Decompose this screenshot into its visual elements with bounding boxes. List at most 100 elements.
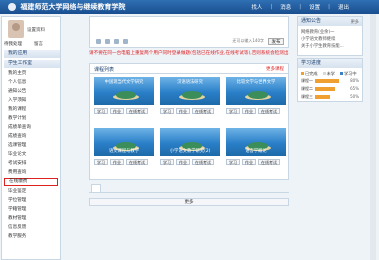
legend-swatch (339, 72, 343, 75)
course-title: 汉语语法研究 (177, 80, 203, 85)
homework-button[interactable]: 作业 (110, 159, 124, 165)
sidebar-item-degree[interactable]: 学位管理 (8, 197, 26, 203)
sidebar-item-my-courses[interactable]: 我的课程 (8, 106, 26, 112)
online-exam-button[interactable]: 在线考试 (192, 159, 214, 165)
progress-fill (315, 95, 330, 99)
course-title: 语言学概论 (245, 149, 267, 154)
online-exam-button[interactable]: 在线考试 (192, 108, 214, 114)
course-list-title: 课程列表 (94, 67, 115, 73)
course-card[interactable]: 汉语语法研究 学习 作业 在线考试 (160, 77, 220, 120)
sidebar-item-notices[interactable]: 通知公告 (8, 88, 26, 94)
emoji-icon[interactable] (96, 39, 101, 44)
legend-label: 学习中 (343, 71, 357, 76)
online-exam-button[interactable]: 在线考试 (258, 108, 280, 114)
sidebar-item-status[interactable]: 学籍管理 (8, 206, 26, 212)
sidebar-item-fees[interactable]: 费用查询 (8, 169, 26, 175)
video-icon[interactable] (114, 39, 119, 44)
nav-messages[interactable]: 消息 (280, 3, 291, 11)
feed-tabs (89, 184, 289, 193)
announcement-item[interactable]: 小学语文教师继续 (301, 36, 335, 42)
page-scrollbar[interactable] (370, 14, 376, 260)
course-title: 小学语文教学研究(2) (169, 149, 211, 154)
progress-value: 80% (350, 78, 359, 83)
nav-settings[interactable]: 设置 (309, 3, 320, 11)
progress-value: 50% (350, 94, 359, 99)
progress-value: 65% (350, 86, 359, 91)
announcement-more-link[interactable]: 更多 (351, 17, 359, 26)
progress-title: 学习进度 (298, 59, 362, 68)
study-button[interactable]: 学习 (160, 108, 174, 114)
legend-label: 已完成 (305, 71, 318, 76)
course-card[interactable]: 小学语文教学研究(2) 学习 作业 在线考试 (160, 128, 220, 171)
homework-button[interactable]: 作业 (242, 108, 256, 114)
progress-label: 课程三 (301, 94, 313, 99)
course-thumbnail[interactable]: 汉语语法研究 (160, 77, 220, 105)
progress-fill (315, 79, 339, 83)
top-bar: 福建师范大学网络与继续教育学院 找人 | 消息 | 设置 | 退出 (0, 0, 379, 14)
announcement-panel: 通知公告 更多 网络教育(业余)一 小学语文教师继续 关于小学生教育技能... (297, 16, 363, 56)
progress-row: 课程三 50% (301, 94, 359, 100)
publish-button[interactable]: 发布 (268, 38, 284, 45)
homework-button[interactable]: 作业 (176, 159, 190, 165)
site-logo: 福建师范大学网络与继续教育学院 (8, 2, 125, 12)
nav-logout[interactable]: 退出 (338, 3, 349, 11)
sidebar-item-grades[interactable]: 成绩查询 (8, 133, 26, 139)
study-button[interactable]: 学习 (94, 108, 108, 114)
sidebar-item-enrollment-guide[interactable]: 入学须知 (8, 97, 26, 103)
homework-button[interactable]: 作业 (110, 108, 124, 114)
sidebar-item-thesis[interactable]: 毕业论文 (8, 151, 26, 157)
course-card[interactable]: 比较文学与世界文学 学习 作业 在线考试 (226, 77, 286, 120)
sidebar-item-home[interactable]: 我的主页 (8, 70, 26, 76)
sidebar-item-exams[interactable]: 考试安排 (8, 160, 26, 166)
announcement-item[interactable]: 网络教育(业余)一 (301, 29, 334, 35)
login-warning: 请不要在同一台电脑上重复两个用户同时登录做题(包括已在线作业,在线考试等),否则… (89, 51, 289, 56)
pending-link[interactable]: 待我处理 (4, 41, 22, 47)
sidebar-item-personal-info[interactable]: 个人信息 (8, 79, 26, 85)
edit-profile-link[interactable]: 设置资料 (27, 27, 45, 33)
progress-row: 课程二 65% (301, 86, 359, 92)
course-title: 语文课程与教学 (108, 149, 140, 154)
avatar[interactable] (8, 20, 24, 38)
course-thumbnail[interactable]: 语文课程与教学 (94, 128, 154, 156)
composer-toolbar (96, 39, 128, 44)
course-card[interactable]: 中国现当代文学研究 学习 作业 在线考试 (94, 77, 154, 120)
homework-button[interactable]: 作业 (242, 159, 256, 165)
student-studio-header[interactable]: 学生工作室 (4, 60, 60, 68)
course-thumbnail[interactable]: 比较文学与世界文学 (226, 77, 286, 105)
sidebar-item-transcript[interactable]: 成绩单查询 (8, 124, 31, 130)
online-exam-button[interactable]: 在线考试 (126, 108, 148, 114)
my-apps-header[interactable]: 我的应用 (4, 50, 60, 58)
homework-button[interactable]: 作业 (176, 108, 190, 114)
tab-all[interactable] (91, 184, 101, 192)
progress-panel: 学习进度 已完成 未学 学习中 课程一 80% 课程二 65% 课程三 50% (297, 58, 363, 102)
online-exam-button[interactable]: 在线考试 (258, 159, 280, 165)
online-exam-button[interactable]: 在线考试 (126, 159, 148, 165)
load-more-button[interactable]: 更多 (89, 198, 289, 206)
topic-icon[interactable] (123, 39, 128, 44)
sidebar-item-feedback[interactable]: 信息反馈 (8, 224, 26, 230)
sidebar-item-teaching-plan[interactable]: 教学计划 (8, 115, 26, 121)
sidebar-item-online-payment[interactable]: 在线缴费 (4, 178, 58, 186)
sidebar-item-textbooks[interactable]: 教材管理 (8, 215, 26, 221)
progress-legend: 已完成 未学 学习中 (301, 71, 357, 77)
study-button[interactable]: 学习 (94, 159, 108, 165)
study-button[interactable]: 学习 (226, 108, 240, 114)
sidebar-item-service[interactable]: 教学服务 (8, 233, 26, 239)
course-thumbnail[interactable]: 小学语文教学研究(2) (160, 128, 220, 156)
study-button[interactable]: 学习 (160, 159, 174, 165)
course-thumbnail[interactable]: 中国现当代文学研究 (94, 77, 154, 105)
study-button[interactable]: 学习 (226, 159, 240, 165)
sidebar-item-graduation[interactable]: 毕业鉴定 (8, 188, 26, 194)
course-card[interactable]: 语文课程与教学 学习 作业 在线考试 (94, 128, 154, 171)
nav-find-people[interactable]: 找人 (251, 3, 262, 11)
image-icon[interactable] (105, 39, 110, 44)
progress-label: 课程二 (301, 86, 313, 91)
message-link[interactable]: 留言 (34, 41, 43, 47)
sidebar-item-course-selection[interactable]: 选课管理 (8, 142, 26, 148)
announcement-item[interactable]: 关于小学生教育技能... (301, 43, 344, 49)
post-composer[interactable]: 还可以输入140字 发布 (89, 16, 289, 48)
more-courses-link[interactable]: 更多课程 (266, 66, 284, 72)
course-thumbnail[interactable]: 语言学概论 (226, 128, 286, 156)
course-card[interactable]: 语言学概论 学习 作业 在线考试 (226, 128, 286, 171)
legend-label: 未学 (326, 71, 335, 76)
